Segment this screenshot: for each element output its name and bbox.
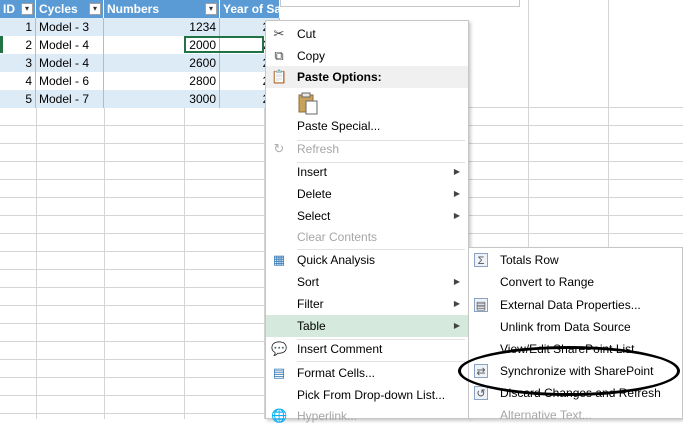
menu-item-label: Paste Special... bbox=[297, 119, 381, 133]
menu-item-filter[interactable]: Filter ▶ bbox=[266, 293, 468, 315]
submenu-arrow-icon: ▶ bbox=[453, 277, 460, 286]
menu-item-insert[interactable]: Insert ▶ bbox=[266, 161, 468, 183]
menu-item-refresh[interactable]: ↻ Refresh bbox=[266, 138, 468, 160]
header-label: Numbers bbox=[107, 2, 160, 16]
menu-item-label: Filter bbox=[297, 297, 324, 311]
header-label: ID bbox=[3, 2, 15, 16]
submenu-item-unlink-data-source[interactable]: Unlink from Data Source bbox=[469, 316, 682, 338]
menu-item-label: Select bbox=[297, 209, 331, 223]
submenu-item-label: Totals Row bbox=[500, 253, 559, 267]
clipboard-icon: 📋 bbox=[271, 69, 288, 84]
menu-item-sort[interactable]: Sort ▶ bbox=[266, 271, 468, 293]
scissors-icon: ✂ bbox=[273, 26, 285, 41]
submenu-item-external-data-properties[interactable]: ▤ External Data Properties... bbox=[469, 294, 682, 316]
context-menu: ✂ Cut ⧉ Copy 📋 Paste Options: Paste Spec… bbox=[265, 20, 469, 423]
submenu-item-alternative-text[interactable]: Alternative Text... bbox=[469, 404, 682, 426]
menu-item-label: Table bbox=[297, 319, 326, 333]
paste-clipboard-button[interactable] bbox=[297, 91, 319, 115]
menu-item-label: Clear Contents bbox=[297, 230, 378, 244]
table-row: 4 Model - 6 2800 20 bbox=[0, 72, 280, 90]
cell-numbers[interactable]: 1234 bbox=[104, 18, 220, 36]
paste-options-header: 📋 Paste Options: bbox=[266, 66, 468, 88]
menu-item-paste-special[interactable]: Paste Special... bbox=[266, 115, 468, 137]
cell-cycles[interactable]: Model - 3 bbox=[36, 18, 104, 36]
menu-item-label: Refresh bbox=[297, 142, 340, 156]
cell-id[interactable]: 5 bbox=[0, 90, 36, 108]
cell-numbers[interactable]: 2600 bbox=[104, 54, 220, 72]
menu-item-label: Cut bbox=[297, 27, 316, 41]
menu-item-select[interactable]: Select ▶ bbox=[266, 205, 468, 227]
menu-item-insert-comment[interactable]: 💬 Insert Comment bbox=[266, 338, 468, 360]
menu-item-copy[interactable]: ⧉ Copy bbox=[266, 45, 468, 67]
submenu-arrow-icon: ▶ bbox=[453, 167, 460, 176]
active-cell-selection bbox=[184, 36, 264, 53]
active-row-marker bbox=[0, 36, 3, 53]
header-cell-id[interactable]: ID ▾ bbox=[0, 0, 36, 18]
submenu-item-label: Convert to Range bbox=[500, 275, 595, 289]
menu-item-label: Delete bbox=[297, 187, 332, 201]
menu-item-label: Pick From Drop-down List... bbox=[297, 388, 446, 402]
menu-item-cut[interactable]: ✂ Cut bbox=[266, 23, 468, 45]
sigma-icon: Σ bbox=[474, 253, 488, 267]
menu-item-pick-from-dropdown[interactable]: Pick From Drop-down List... bbox=[266, 384, 468, 406]
table-header-row: ID ▾ Cycles ▾ Numbers ▾ Year of Sale bbox=[0, 0, 280, 18]
menu-item-label: Format Cells... bbox=[297, 366, 376, 380]
hyperlink-icon: 🌐 bbox=[271, 408, 288, 423]
header-label: Cycles bbox=[39, 2, 78, 16]
submenu-item-label: Alternative Text... bbox=[500, 408, 592, 422]
table-properties-icon: ▤ bbox=[474, 298, 488, 312]
clipboard-paste-icon bbox=[298, 92, 318, 115]
quick-analysis-icon: ▦ bbox=[272, 252, 286, 267]
filter-dropdown-button[interactable]: ▾ bbox=[205, 3, 217, 15]
cell-cycles[interactable]: Model - 4 bbox=[36, 54, 104, 72]
cell-numbers[interactable]: 2800 bbox=[104, 72, 220, 90]
table-row: 3 Model - 4 2600 20 bbox=[0, 54, 280, 72]
cell-cycles[interactable]: Model - 4 bbox=[36, 36, 104, 54]
cell-id[interactable]: 3 bbox=[0, 54, 36, 72]
menu-item-delete[interactable]: Delete ▶ bbox=[266, 183, 468, 205]
menu-item-label: Insert bbox=[297, 165, 328, 179]
refresh-icon: ↻ bbox=[273, 141, 285, 156]
cell-cycles[interactable]: Model - 6 bbox=[36, 72, 104, 90]
menu-item-table[interactable]: Table ▶ bbox=[266, 315, 468, 337]
submenu-arrow-icon: ▶ bbox=[453, 321, 460, 330]
cell-id[interactable]: 4 bbox=[0, 72, 36, 90]
menu-item-hyperlink[interactable]: 🌐 Hyperlink... bbox=[266, 405, 468, 427]
table-row: 1 Model - 3 1234 20 bbox=[0, 18, 280, 36]
submenu-item-totals-row[interactable]: Σ Totals Row bbox=[469, 249, 682, 271]
header-cell-cycles[interactable]: Cycles ▾ bbox=[36, 0, 104, 18]
formula-box-edge bbox=[280, 0, 520, 7]
filter-dropdown-button[interactable]: ▾ bbox=[89, 3, 101, 15]
menu-item-label: Insert Comment bbox=[297, 342, 383, 356]
cell-id[interactable]: 1 bbox=[0, 18, 36, 36]
table-row: 5 Model - 7 3000 20 bbox=[0, 90, 280, 108]
paste-options-label: Paste Options: bbox=[297, 70, 382, 84]
header-cell-numbers[interactable]: Numbers ▾ bbox=[104, 0, 220, 18]
cell-cycles[interactable]: Model - 7 bbox=[36, 90, 104, 108]
menu-item-format-cells[interactable]: ▤ Format Cells... bbox=[266, 362, 468, 384]
cell-numbers[interactable]: 3000 bbox=[104, 90, 220, 108]
submenu-item-label: Unlink from Data Source bbox=[500, 320, 631, 334]
menu-item-label: Sort bbox=[297, 275, 320, 289]
menu-item-clear-contents[interactable]: Clear Contents bbox=[266, 226, 468, 248]
format-cells-icon: ▤ bbox=[272, 365, 286, 380]
comment-icon: 💬 bbox=[271, 341, 288, 356]
menu-item-label: Hyperlink... bbox=[297, 409, 358, 423]
header-cell-year-of-sale[interactable]: Year of Sale bbox=[220, 0, 280, 18]
annotation-ellipse bbox=[458, 346, 680, 396]
menu-item-label: Quick Analysis bbox=[297, 253, 376, 267]
menu-item-quick-analysis[interactable]: ▦ Quick Analysis bbox=[266, 249, 468, 271]
menu-item-label: Copy bbox=[297, 49, 326, 63]
header-label: Year of Sale bbox=[223, 2, 280, 16]
cell-id[interactable]: 2 bbox=[0, 36, 36, 54]
submenu-item-label: External Data Properties... bbox=[500, 298, 641, 312]
submenu-arrow-icon: ▶ bbox=[453, 299, 460, 308]
submenu-arrow-icon: ▶ bbox=[453, 189, 460, 198]
copy-icon: ⧉ bbox=[274, 48, 284, 63]
discard-refresh-icon: ↺ bbox=[474, 386, 488, 400]
submenu-arrow-icon: ▶ bbox=[453, 211, 460, 220]
filter-sort-button[interactable]: ▾ bbox=[21, 3, 33, 15]
submenu-item-convert-to-range[interactable]: Convert to Range bbox=[469, 271, 682, 293]
